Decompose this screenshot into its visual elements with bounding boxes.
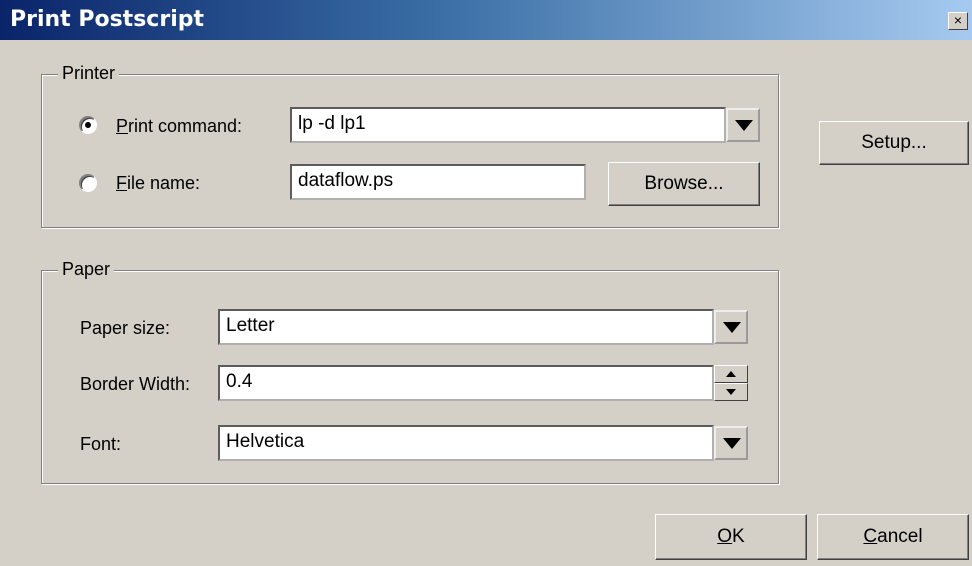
- paper-size-select[interactable]: Letter: [218, 309, 714, 345]
- arrow-up-icon: [726, 371, 736, 377]
- font-select[interactable]: Helvetica: [218, 425, 714, 461]
- paper-legend: Paper: [58, 259, 115, 280]
- border-width-label: Border Width:: [80, 374, 191, 394]
- radio-selected-dot: [85, 122, 91, 128]
- chevron-down-icon: [723, 438, 741, 449]
- cancel-mnemonic: C: [863, 526, 878, 547]
- printer-legend: Printer: [58, 63, 120, 84]
- paper-size-label: Paper size:: [80, 318, 171, 338]
- print-command-input[interactable]: lp -d lp1: [290, 107, 726, 143]
- paper-size-dropdown-button[interactable]: [714, 310, 748, 344]
- setup-button[interactable]: Setup...: [819, 121, 969, 165]
- file-name-label-rest: ile name:: [127, 173, 201, 193]
- cancel-button[interactable]: Cancel: [817, 514, 969, 560]
- file-name-mnemonic: F: [116, 173, 127, 193]
- font-label: Font:: [80, 434, 122, 454]
- file-name-radio[interactable]: [79, 174, 97, 192]
- print-command-mnemonic: P: [116, 116, 129, 136]
- print-postscript-dialog: Print Postscript × Printer Print command…: [0, 0, 972, 566]
- chevron-down-icon: [723, 322, 741, 333]
- close-icon: ×: [953, 12, 963, 28]
- arrow-down-icon: [726, 389, 736, 395]
- title-bar: Print Postscript ×: [0, 0, 972, 40]
- print-command-dropdown-button[interactable]: [726, 108, 760, 142]
- window-title: Print Postscript: [10, 7, 204, 32]
- close-button[interactable]: ×: [948, 12, 968, 30]
- border-width-input[interactable]: 0.4: [218, 365, 714, 401]
- file-name-input[interactable]: dataflow.ps: [290, 164, 586, 200]
- browse-button[interactable]: Browse...: [608, 162, 760, 206]
- print-command-label-rest: rint command:: [128, 116, 243, 136]
- font-dropdown-button[interactable]: [714, 426, 748, 460]
- ok-button[interactable]: OK: [655, 514, 807, 560]
- chevron-down-icon: [735, 120, 753, 131]
- spin-down-button[interactable]: [714, 383, 748, 401]
- print-command-label: Print command:: [116, 116, 242, 137]
- ok-mnemonic: O: [717, 526, 733, 547]
- border-width-stepper[interactable]: [714, 365, 748, 401]
- print-command-radio[interactable]: [79, 116, 97, 134]
- cancel-label-rest: ancel: [877, 526, 923, 547]
- ok-label-rest: K: [732, 526, 745, 547]
- spin-up-button[interactable]: [714, 365, 748, 383]
- file-name-label: File name:: [116, 173, 200, 194]
